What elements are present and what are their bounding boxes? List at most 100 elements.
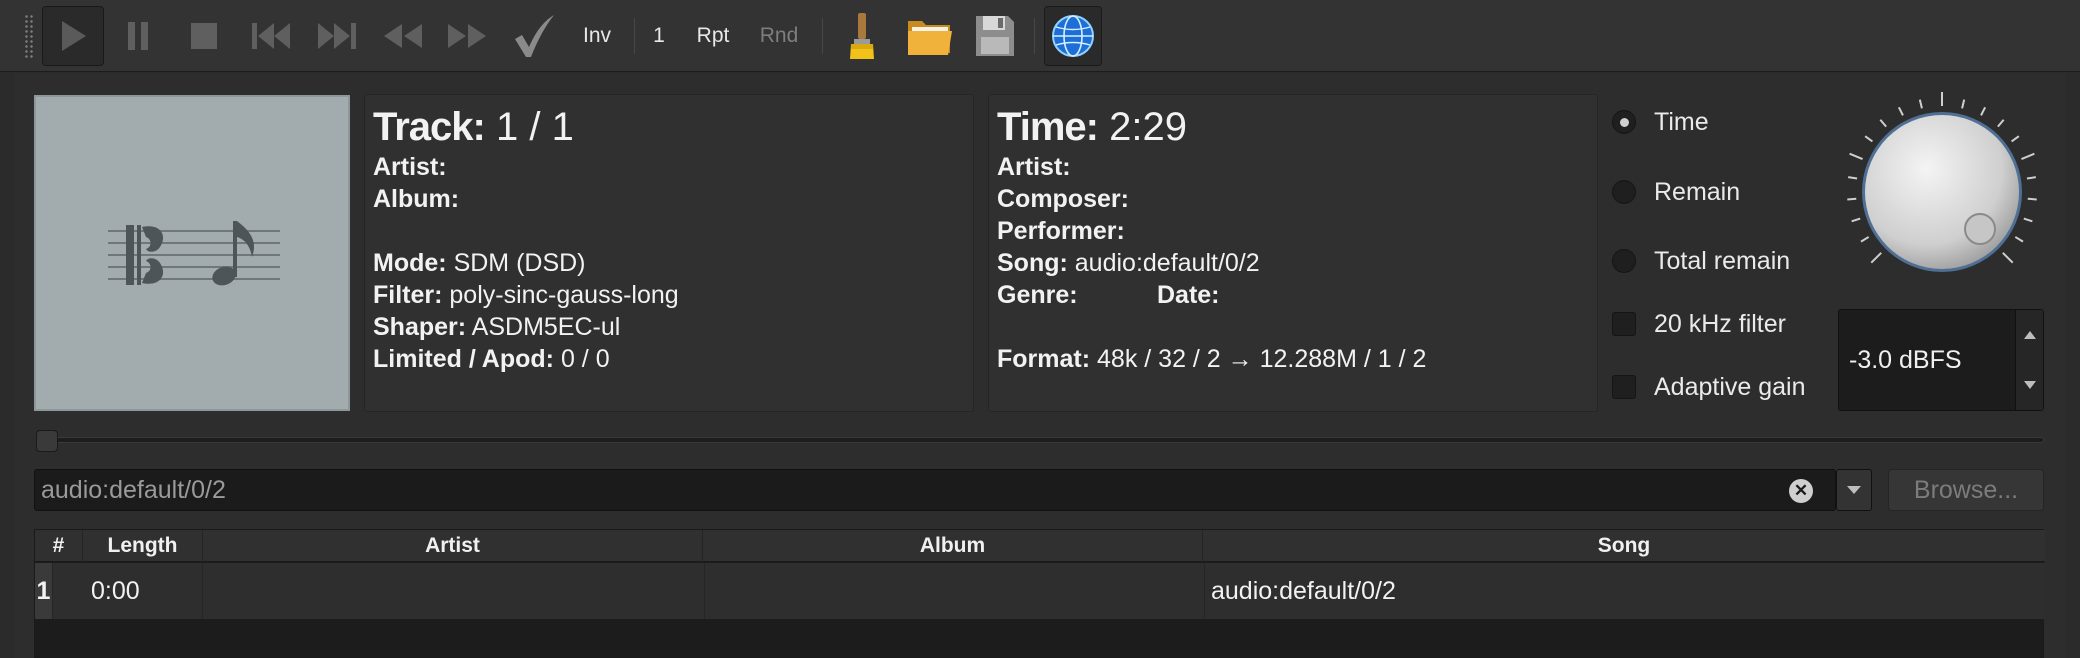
column-header-length[interactable]: Length [83,530,203,562]
arrow-down-icon [2024,381,2036,389]
format-line: Format: 48k / 32 / 2 → 12.288M / 1 / 2 [997,343,1426,375]
row-album [705,563,1205,619]
knob-tick [1870,252,1882,264]
gain-spinbox[interactable]: -3.0 dBFS [1838,309,2044,411]
playlist-table: # Length Artist Album Song 1 0:00 audio:… [34,529,2045,658]
song-value: audio:default/0/2 [1074,249,1260,277]
knob-tick [2002,252,2014,264]
radio-indicator[interactable] [1612,180,1636,204]
performer-line: Performer: [997,215,1125,247]
mode-line: Mode: SDM (DSD) [373,247,586,279]
stop-button[interactable] [178,6,230,66]
seek-slider-track[interactable] [40,437,2044,443]
knob-tick [1961,99,1966,109]
track-info-panel: Track: 1 / 1 Artist: Album: Mode: SDM (D… [364,94,974,412]
genre-line: Genre: [997,279,1078,311]
radio-time-label: Time [1654,107,1709,136]
gain-stepper [2015,310,2043,410]
repeat-button[interactable]: Rpt [688,6,738,66]
knob-tick [2026,176,2036,180]
row-length: 0:00 [53,563,203,619]
stop-icon [191,23,217,49]
format-label: Format: [997,345,1091,373]
gain-up-button[interactable] [2016,310,2044,360]
column-header-artist[interactable]: Artist [203,530,703,562]
checkbox-indicator[interactable] [1612,375,1636,399]
invert-button[interactable]: Inv [574,6,620,66]
checkbox-indicator[interactable] [1612,312,1636,336]
radio-indicator[interactable] [1612,110,1636,134]
url-combobox[interactable]: ✕ [34,469,1836,511]
radio-time[interactable]: Time [1612,105,1709,139]
toolbar-grip-handle[interactable] [24,14,34,58]
rewind-icon [384,24,422,48]
time-label: Time: [997,105,1099,149]
playlist-header: # Length Artist Album Song [35,530,2045,562]
url-dropdown-button[interactable] [1836,469,1872,511]
url-input[interactable] [41,470,1781,510]
table-row[interactable]: 1 0:00 audio:default/0/2 [35,563,2045,619]
rewind-button[interactable] [374,6,432,66]
knob-tick [1864,135,1874,143]
chevron-down-icon [1847,486,1861,494]
volume-knob[interactable] [1840,92,2050,292]
time-value: 2:29 [1109,105,1187,149]
song-label: Song: [997,249,1068,277]
seek-slider-handle[interactable] [36,430,58,452]
floppy-disk-icon [976,16,1014,56]
clear-icon[interactable]: ✕ [1789,479,1813,503]
random-button[interactable]: Rnd [752,6,806,66]
open-file-button[interactable] [904,6,956,66]
artist-label: Artist: [373,153,447,181]
check-button[interactable] [506,6,562,66]
column-header-number[interactable]: # [35,530,83,562]
knob-tick [2010,135,2020,143]
adaptive-gain-checkbox[interactable]: Adaptive gain [1612,370,1806,404]
row-song: audio:default/0/2 [1211,576,1396,605]
toolbar-separator [1034,18,1035,54]
date-label: Date: [1157,281,1220,309]
play-button[interactable] [42,6,104,66]
pause-button[interactable] [112,6,164,66]
track-line: Track: 1 / 1 [373,103,574,151]
radio-indicator[interactable] [1612,249,1636,273]
knob-tick [1860,236,1870,243]
adaptive-gain-label: Adaptive gain [1654,372,1806,401]
count-label[interactable]: 1 [646,6,672,66]
track-label: Track: [373,105,486,149]
radio-remain[interactable]: Remain [1612,175,1740,209]
gain-value[interactable]: -3.0 dBFS [1849,346,1962,375]
track-value: 1 / 1 [495,105,574,149]
radio-total-remain-label: Total remain [1654,246,1791,275]
browse-button[interactable]: Browse... [1888,469,2044,511]
knob-tick [1897,106,1904,116]
filter-20khz-checkbox[interactable]: 20 kHz filter [1612,307,1786,341]
performer-label: Performer: [997,217,1125,245]
radio-total-remain[interactable]: Total remain [1612,244,1790,278]
filter-line: Filter: poly-sinc-gauss-long [373,279,679,311]
column-header-song[interactable]: Song [1203,530,2045,562]
column-header-album[interactable]: Album [703,530,1203,562]
play-icon [62,21,86,51]
row-number: 1 [35,563,53,619]
knob-tick [1980,106,1987,116]
clear-playlist-button[interactable] [838,6,886,66]
music-notation-icon [108,221,280,286]
knob-tick [1918,99,1923,109]
mode-value: SDM (DSD) [453,249,586,277]
save-button[interactable] [970,6,1020,66]
network-button[interactable] [1044,6,1102,66]
fast-forward-button[interactable] [438,6,496,66]
knob-tick [2021,152,2035,161]
toolbar-separator [822,18,823,54]
shaper-line: Shaper: ASDM5EC-ul [373,311,620,343]
gain-down-button[interactable] [2016,360,2044,410]
row-artist [203,563,705,619]
left-artist-line: Artist: [373,151,447,183]
folder-icon [908,21,952,55]
previous-track-button[interactable] [242,6,300,66]
volume-knob-dial[interactable] [1840,92,2050,292]
limited-line: Limited / Apod: 0 / 0 [373,343,610,375]
filter-label: Filter: [373,281,443,309]
next-track-button[interactable] [308,6,366,66]
